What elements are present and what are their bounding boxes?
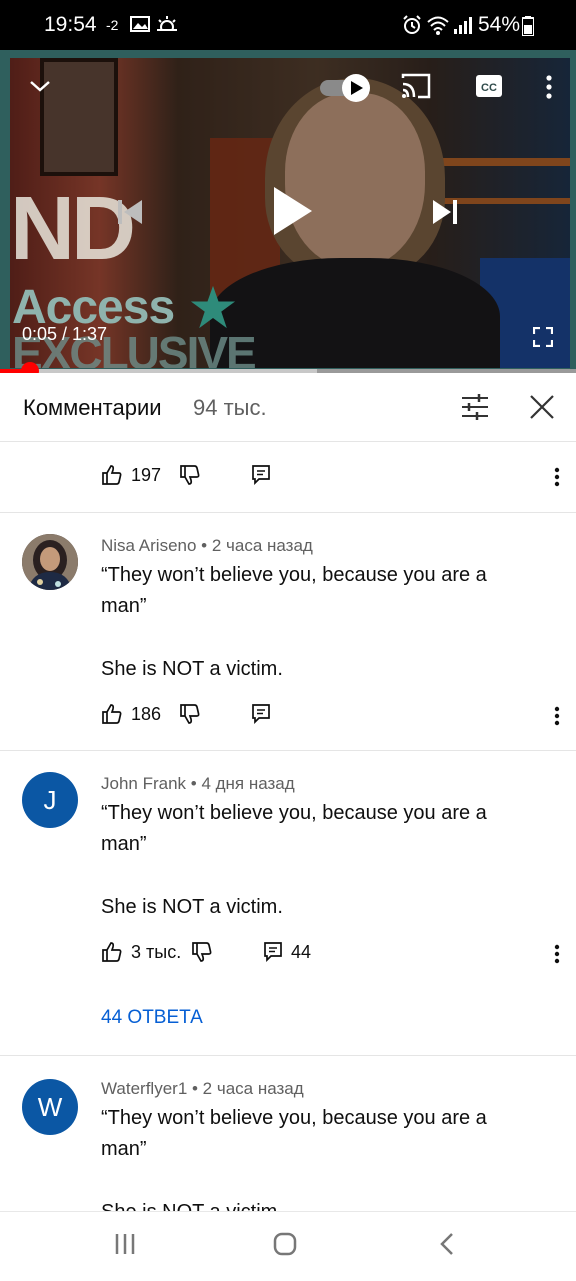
fullscreen-icon[interactable]	[533, 327, 553, 347]
battery-icon	[522, 16, 534, 36]
status-time: 19:54	[44, 13, 97, 36]
like-button[interactable]: 197	[101, 464, 161, 486]
svg-text:CC: CC	[481, 82, 497, 94]
comment-item: Nisa Ariseno • 2 часа назад “They won’t …	[0, 513, 576, 751]
comments-count: 94 тыс.	[193, 395, 267, 420]
like-count: 3 тыс.	[131, 941, 182, 962]
like-button[interactable]: 3 тыс.	[101, 941, 181, 963]
notification-count: -2	[106, 17, 119, 33]
comment-meta: Waterflyer1 • 2 часа назад	[101, 1079, 304, 1098]
avatar-photo	[22, 534, 78, 590]
status-bar: 19:54 -2 54%	[0, 0, 576, 50]
comment-text-line1: “They won’t believe you, because you are…	[101, 564, 487, 586]
video-time: 0:05 / 1:37	[22, 324, 108, 344]
close-icon[interactable]	[528, 393, 556, 421]
reply-count: 44	[291, 941, 312, 962]
autoplay-toggle-icon[interactable]	[318, 72, 372, 104]
comment-text-line3: She is NOT a victim.	[101, 896, 283, 918]
reply-icon	[252, 704, 270, 725]
thumbs-up-icon	[102, 465, 122, 485]
comment-actions: 186	[101, 703, 561, 731]
next-icon[interactable]	[430, 197, 460, 227]
avatar[interactable]	[22, 534, 78, 590]
comments-title: Комментарии	[23, 395, 162, 420]
filter-icon[interactable]	[460, 393, 490, 421]
like-count: 197	[131, 464, 162, 485]
comment-item: W Waterflyer1 • 2 часа назад “They won’t…	[0, 1056, 576, 1216]
wifi-icon	[427, 16, 449, 35]
comment-text-line2: man”	[101, 1138, 147, 1160]
avatar[interactable]: W	[22, 1079, 78, 1135]
dislike-button[interactable]	[191, 941, 213, 963]
reply-button[interactable]: 44	[263, 941, 311, 963]
overlay-brand-top: ND	[10, 179, 136, 279]
battery-level: 54%	[478, 13, 521, 36]
thumbs-down-icon	[192, 942, 212, 962]
chevron-down-icon[interactable]	[28, 78, 52, 94]
alarm-icon	[403, 15, 421, 34]
thumbs-up-icon	[102, 704, 122, 724]
thumbs-down-icon	[180, 465, 200, 485]
signal-icon	[454, 17, 472, 34]
reply-icon	[264, 942, 282, 963]
comment-more-icon[interactable]	[553, 467, 561, 487]
home-icon[interactable]	[273, 1232, 297, 1256]
thumbs-up-icon	[102, 942, 122, 962]
image-icon	[130, 16, 150, 32]
closed-captions-icon[interactable]: CC	[475, 74, 503, 98]
comment-text-line2: man”	[101, 833, 147, 855]
comment-actions: 3 тыс. 44	[101, 941, 561, 969]
reply-button[interactable]	[251, 464, 271, 486]
more-vertical-icon[interactable]	[544, 74, 554, 100]
weather-icon	[157, 16, 177, 33]
avatar[interactable]: J	[22, 772, 78, 828]
view-replies-link[interactable]: 44 ОТВЕТА	[101, 1007, 203, 1029]
comment-actions: 197	[101, 464, 561, 492]
recent-apps-icon[interactable]	[114, 1232, 136, 1256]
comment-text-line3: She is NOT a victim.	[101, 658, 283, 680]
comment-text-line1: “They won’t believe you, because you are…	[101, 802, 487, 824]
back-icon[interactable]	[438, 1232, 456, 1256]
cast-icon[interactable]	[400, 72, 432, 100]
play-icon[interactable]	[270, 185, 316, 237]
comments-header: Комментарии 94 тыс.	[0, 373, 576, 442]
reply-icon	[252, 465, 270, 486]
comment-item: 197	[0, 442, 576, 513]
dislike-button[interactable]	[179, 464, 201, 486]
dislike-button[interactable]	[179, 703, 201, 725]
comment-text-line2: man”	[101, 595, 147, 617]
reply-button[interactable]	[251, 703, 271, 725]
comment-item: J John Frank • 4 дня назад “They won’t b…	[0, 751, 576, 1056]
comment-meta: Nisa Ariseno • 2 часа назад	[101, 536, 313, 555]
comment-more-icon[interactable]	[553, 706, 561, 726]
comment-text-line1: “They won’t believe you, because you are…	[101, 1107, 487, 1129]
comment-more-icon[interactable]	[553, 944, 561, 964]
previous-icon[interactable]	[115, 197, 145, 227]
system-nav-bar	[0, 1211, 576, 1281]
comment-meta: John Frank • 4 дня назад	[101, 774, 295, 793]
thumbs-down-icon	[180, 704, 200, 724]
like-count: 186	[131, 703, 162, 724]
like-button[interactable]: 186	[101, 703, 161, 725]
video-player[interactable]: ND Access EXCLUSIVE CC 0:05 / 1:37	[0, 50, 576, 372]
star-icon	[190, 285, 236, 329]
